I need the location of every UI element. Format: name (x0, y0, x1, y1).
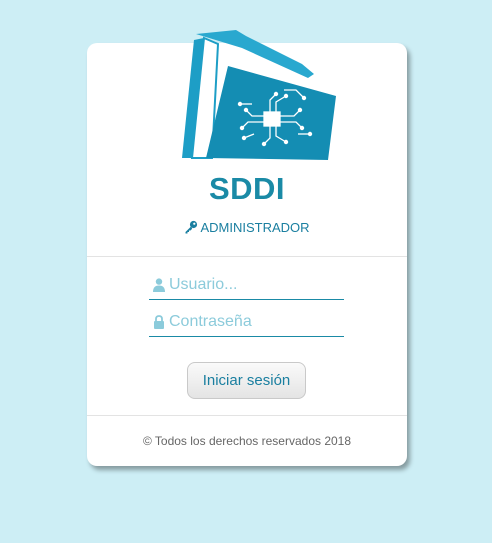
header-divider (87, 256, 407, 257)
role-text: ADMINISTRADOR (200, 220, 310, 235)
app-title: SDDI (208, 171, 286, 206)
lock-icon (154, 315, 164, 329)
username-field (149, 273, 344, 300)
key-icon (185, 220, 198, 234)
copyright-text: © Todos los derechos reservados 2018 (142, 434, 352, 448)
password-field (149, 310, 344, 337)
login-button[interactable]: Iniciar sesión (187, 362, 306, 399)
login-card: SDDI ADMINISTRADOR Iniciar sesión © Todo… (87, 30, 407, 466)
role-label: ADMINISTRADOR (87, 220, 407, 235)
folder-circuit-icon (182, 30, 336, 160)
password-input[interactable] (169, 310, 341, 334)
footer-divider (87, 415, 407, 416)
username-input[interactable] (169, 273, 341, 297)
user-icon (153, 278, 165, 292)
